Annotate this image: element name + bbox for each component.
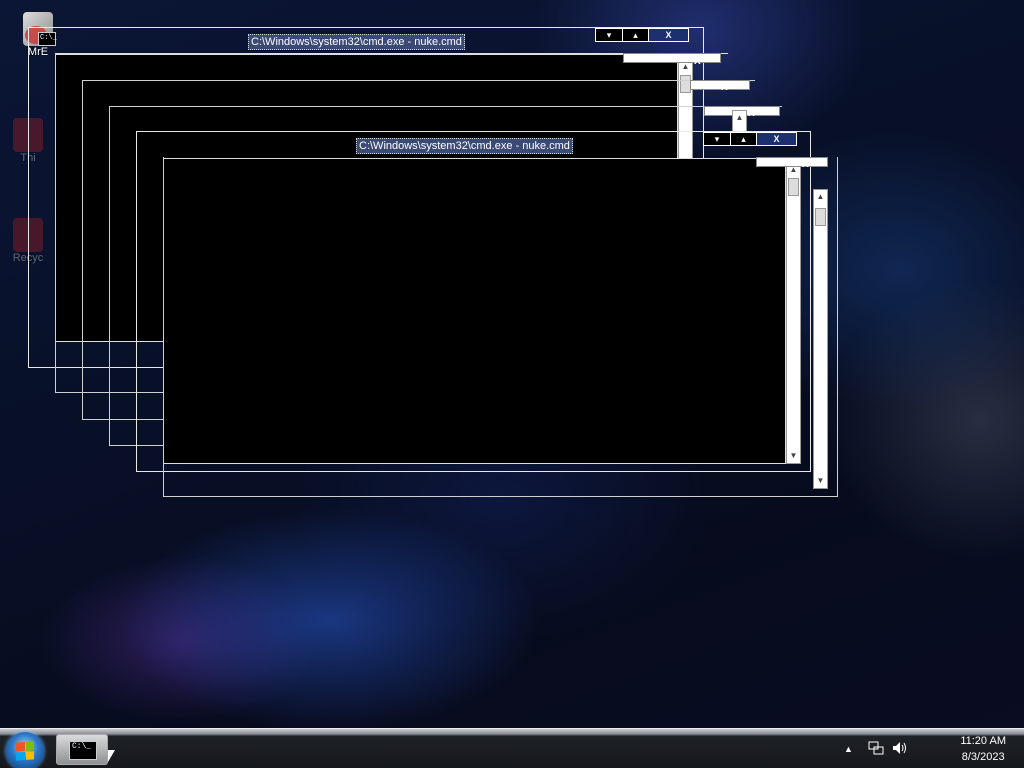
window-controls: ▾ ▴ X <box>595 28 689 42</box>
start-button[interactable] <box>6 732 44 768</box>
cascaded-scrollbar[interactable]: ▲ <box>732 110 747 132</box>
clock[interactable]: 11:20 AM 8/3/2023 <box>960 733 1006 765</box>
close-button[interactable]: X <box>648 29 688 41</box>
show-hidden-icons-arrow[interactable]: ▲ <box>844 744 853 754</box>
cascaded-window-edge <box>163 157 838 497</box>
taskbar-item-cmd[interactable]: C:\_ <box>56 734 108 765</box>
cascaded-close-button[interactable]: X <box>721 82 728 93</box>
cascaded-close-button[interactable]: X <box>694 56 701 67</box>
cmd-icon: C:\_ <box>69 741 97 760</box>
clock-date: 8/3/2023 <box>961 751 1005 763</box>
cascaded-title-strip <box>623 53 721 63</box>
cascaded-title-strip <box>756 157 828 167</box>
network-icon[interactable] <box>868 741 884 758</box>
window-title: C:\Windows\system32\cmd.exe - nuke.cmd <box>248 34 465 50</box>
mouse-cursor <box>108 750 115 762</box>
cascaded-title-strip <box>690 80 750 90</box>
scroll-thumb[interactable] <box>815 208 826 226</box>
clock-time: 11:20 AM <box>960 735 1006 747</box>
cmd-window-icon: C:\_ <box>38 32 57 46</box>
maximize-button[interactable]: ▴ <box>622 29 648 41</box>
cascaded-close-button[interactable]: X <box>748 108 755 119</box>
window-title: C:\Windows\system32\cmd.exe - nuke.cmd <box>356 138 573 154</box>
taskbar: C:\_ ▲ 11:20 AM 8/3/2023 <box>0 728 1024 768</box>
cascaded-close-button[interactable]: X <box>802 159 809 170</box>
minimize-button[interactable]: ▾ <box>596 29 622 41</box>
volume-icon[interactable] <box>892 741 908 758</box>
scroll-up-arrow[interactable]: ▲ <box>814 190 827 204</box>
system-tray: ▲ 11:20 AM 8/3/2023 <box>844 729 1024 768</box>
windows-logo-icon <box>16 741 34 761</box>
maximize-button[interactable]: ▴ <box>730 133 756 145</box>
minimize-button[interactable]: ▾ <box>704 133 730 145</box>
window-controls: ▾ ▴ X <box>703 132 797 146</box>
scroll-up-arrow[interactable]: ▲ <box>733 111 746 125</box>
close-button[interactable]: X <box>756 133 796 145</box>
scroll-down-arrow[interactable]: ▼ <box>814 474 827 488</box>
vertical-scrollbar[interactable]: ▲ ▼ <box>813 189 828 489</box>
